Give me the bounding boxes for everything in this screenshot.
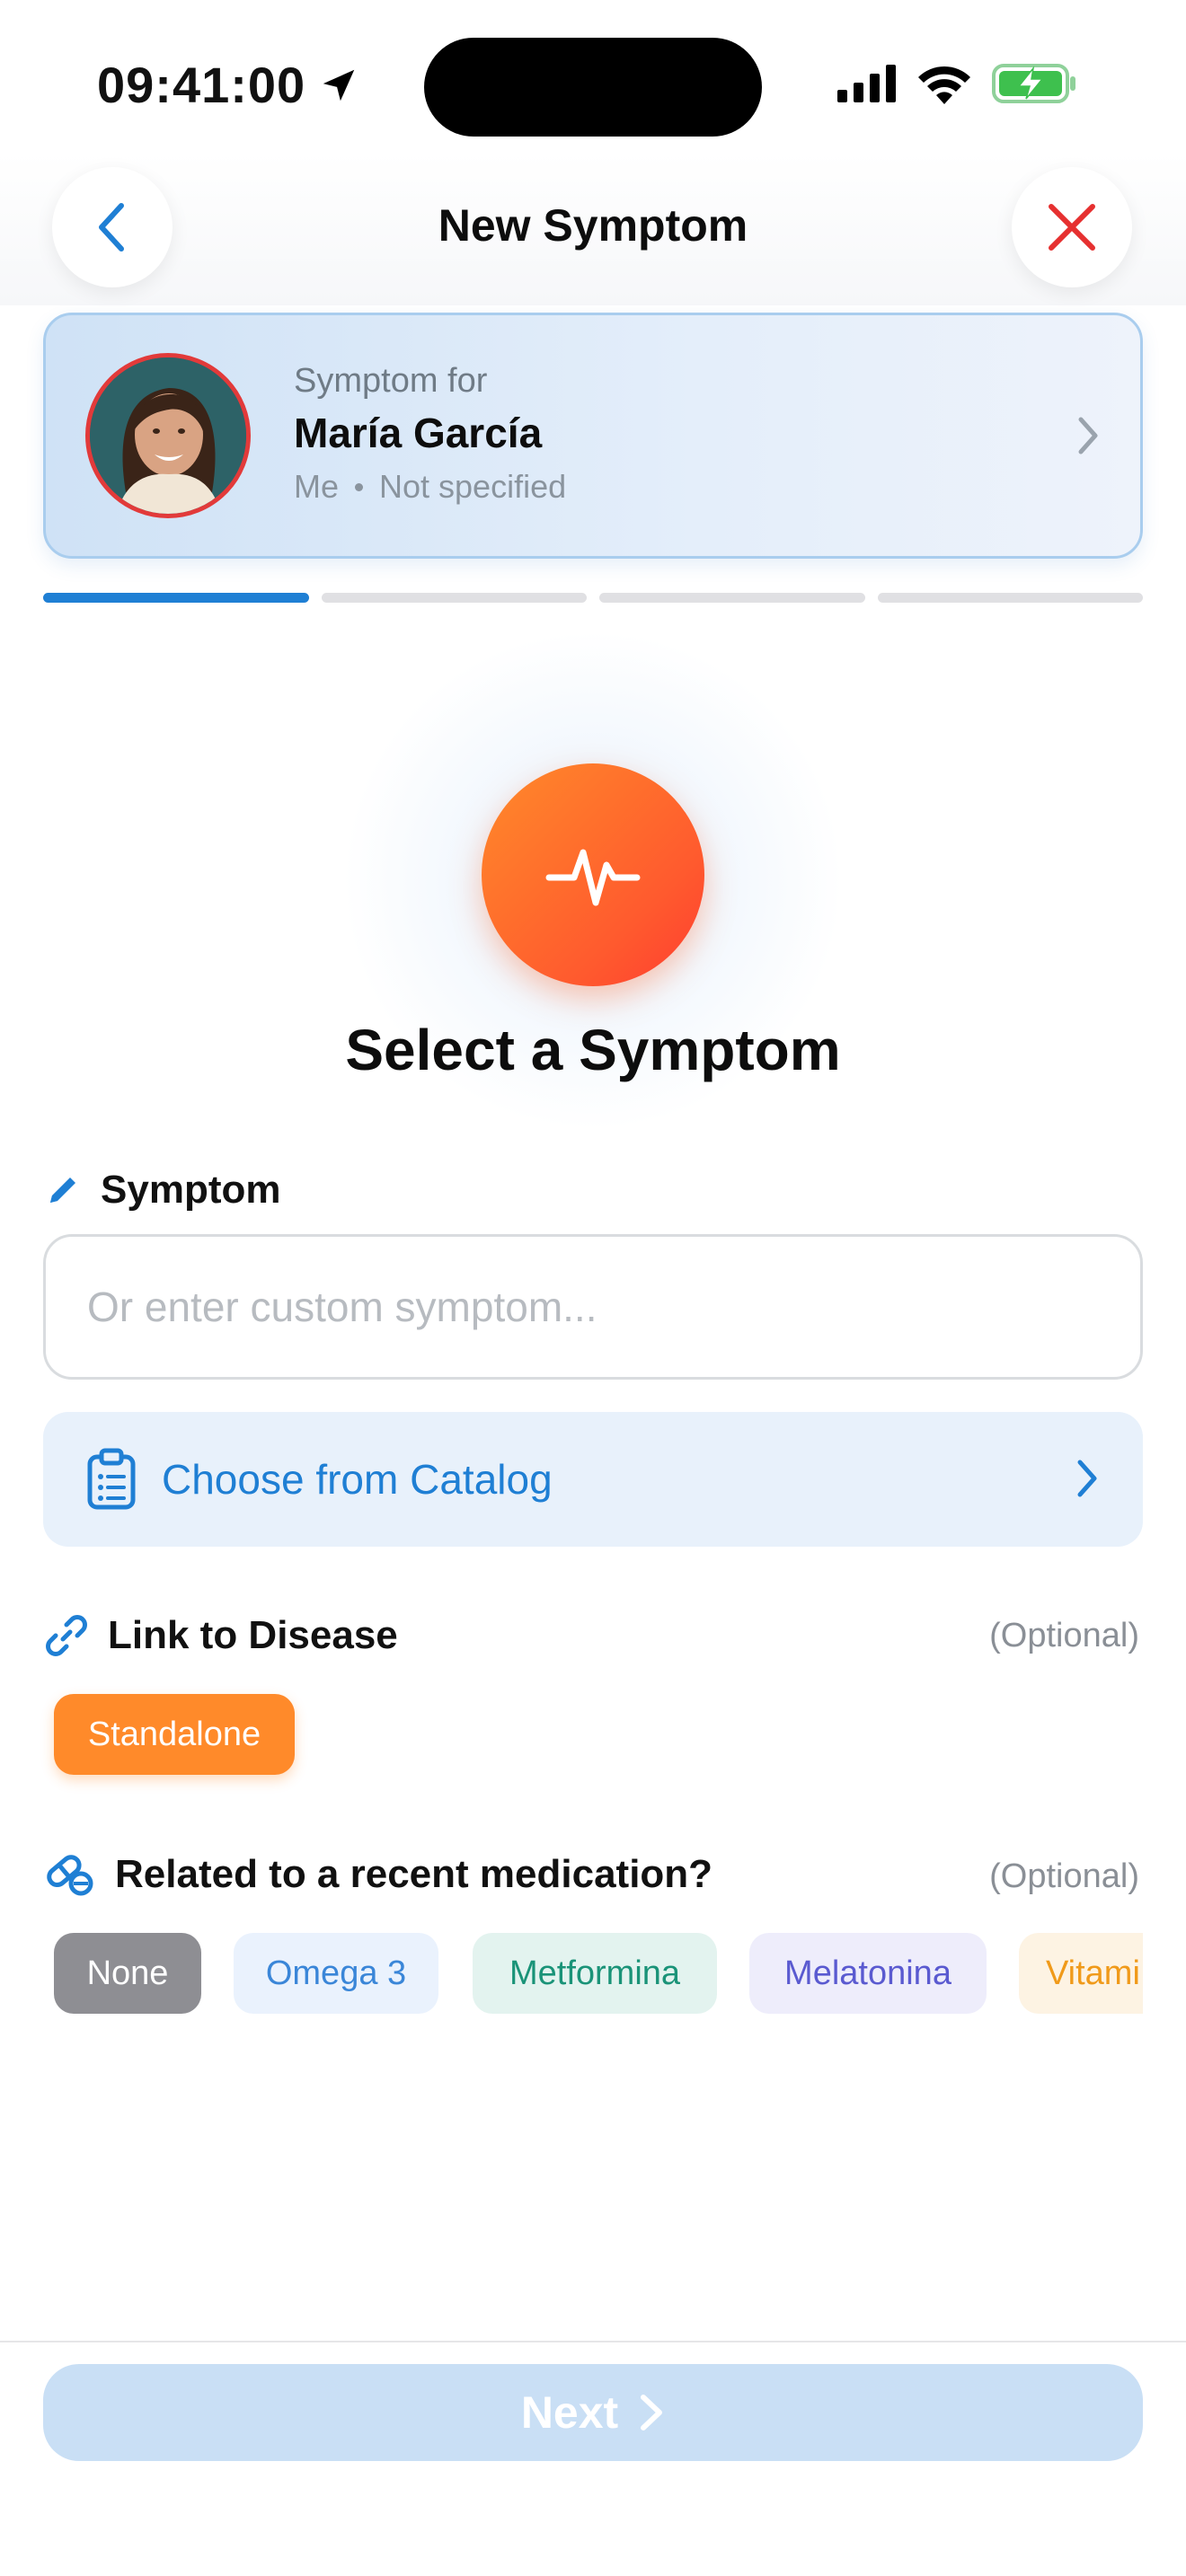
progress-segment-2 [321,593,587,603]
medication-optional-hint: (Optional) [989,1857,1139,1895]
chevron-right-icon [1078,417,1098,454]
next-label: Next [520,2387,619,2438]
battery-charging-icon [992,64,1075,103]
chevron-right-icon [1077,1460,1097,1497]
progress-segment-3 [599,593,865,603]
chip-melatonina[interactable]: Melatonina [749,1933,987,2014]
progress-segment-4 [877,593,1143,603]
pills-icon [47,1855,93,1896]
disease-optional-hint: (Optional) [989,1617,1139,1654]
patient-relation: Me [294,468,340,505]
avatar-portrait [90,357,246,514]
close-button[interactable] [1012,167,1132,287]
page-title: New Symptom [438,200,748,251]
catalog-label: Choose from Catalog [162,1456,553,1503]
patient-name: María García [294,410,543,456]
medication-chip-row: None Omega 3 Metformina Melatonina Vitam… [43,1931,1143,2021]
chip-standalone[interactable]: Standalone [54,1694,295,1775]
symptom-hero-icon [482,763,704,986]
symptom-section-label: Symptom [45,1168,280,1213]
footer-divider [0,2341,1186,2342]
avatar [85,353,251,518]
status-icons [837,63,1078,104]
dynamic-island [424,38,762,137]
new-symptom-screen: 09:41:00 New Symptom Symptom for María G… [0,0,1186,2576]
chevron-right-icon [641,2395,663,2430]
patient-detail: Not specified [379,468,567,505]
chip-none[interactable]: None [54,1933,201,2014]
status-bar: 09:41:00 [0,0,1186,153]
pencil-icon [50,1178,75,1203]
close-icon [1049,204,1095,251]
separator-dot [355,482,364,491]
time-text: 09:41:00 [97,57,306,113]
patient-meta: Me Not specified [294,468,566,506]
medication-label: Related to a recent medication? [115,1852,713,1896]
progress-segment-1 [43,593,309,603]
cellular-signal-icon [837,65,896,102]
nav-header: New Symptom [0,153,1186,305]
choose-from-catalog-button[interactable]: Choose from Catalog [43,1412,1143,1547]
link-icon [46,1615,87,1656]
next-button[interactable]: Next [43,2364,1143,2461]
disease-label: Link to Disease [108,1613,398,1657]
chip-vitamin[interactable]: Vitami [1019,1933,1143,2014]
chip-metformina[interactable]: Metformina [473,1933,717,2014]
wifi-icon [918,66,970,104]
symptom-label: Symptom [101,1168,281,1212]
clipboard-list-icon [87,1448,136,1510]
disease-section-label: Link to Disease [45,1613,398,1658]
heartbeat-icon [545,849,641,906]
location-arrow-icon [323,69,355,101]
hero-title: Select a Symptom [345,1018,841,1082]
patient-selector-card[interactable]: Symptom for María García Me Not specifie… [43,313,1143,559]
status-time: 09:41:00 [97,56,359,114]
medication-section-label: Related to a recent medication? [45,1852,712,1897]
step-progress [43,593,1143,603]
symptom-input[interactable] [43,1234,1143,1380]
chip-omega-3[interactable]: Omega 3 [234,1933,438,2014]
patient-label: Symptom for [294,362,488,400]
